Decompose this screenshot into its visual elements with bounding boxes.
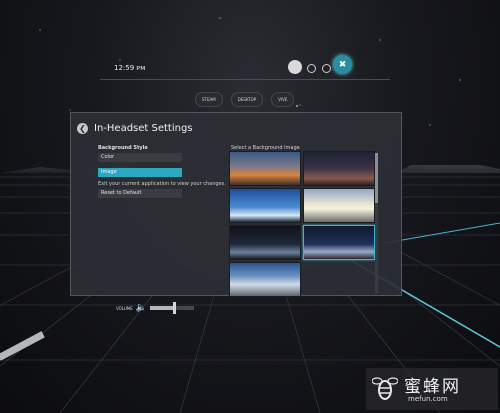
reset-default-button[interactable]: Reset to Default xyxy=(98,189,182,198)
volume-control: VOLUME 🔈 xyxy=(116,302,194,314)
nav-pills: STEAM DESKTOP VIVE xyxy=(195,92,295,107)
nav-pill-steam[interactable]: STEAM xyxy=(195,92,223,107)
status-icon[interactable] xyxy=(307,64,316,73)
image-grid-scrollbar[interactable] xyxy=(375,153,378,293)
nav-pill-vive[interactable]: VIVE xyxy=(271,92,295,107)
settings-dot-icon[interactable] xyxy=(322,64,331,73)
close-dashboard-button[interactable]: ✖ xyxy=(333,55,352,74)
exit-hint-text: Exit your current application to view yo… xyxy=(98,181,226,187)
option-image[interactable]: Image xyxy=(98,168,182,177)
scrollbar-thumb[interactable] xyxy=(375,153,378,203)
bg-thumb-night-city-glow[interactable] xyxy=(303,225,375,260)
bg-thumb-sunset-mountain[interactable] xyxy=(229,151,301,186)
bg-thumb-dark-horizon[interactable] xyxy=(229,225,301,260)
watermark-url: mefun.com xyxy=(408,395,448,403)
panel-header: ❮ In-Headset Settings xyxy=(77,123,193,134)
image-grid xyxy=(229,151,377,297)
back-arrow-icon: ❮ xyxy=(79,124,86,133)
cursor-dot xyxy=(296,105,298,107)
bg-thumb-night-sky-glow[interactable] xyxy=(303,151,375,186)
bg-thumb-blue-cloud-sky[interactable] xyxy=(229,188,301,223)
volume-slider-fill xyxy=(149,306,175,310)
settings-panel: ❮ In-Headset Settings Background Style C… xyxy=(70,112,402,297)
option-color[interactable]: Color xyxy=(98,153,182,162)
dashboard-top-bar: 12:59 ᴘᴍ ✖ xyxy=(100,55,390,80)
nav-pill-desktop[interactable]: DESKTOP xyxy=(230,92,264,107)
volume-label: VOLUME xyxy=(116,305,133,311)
background-style-label: Background Style xyxy=(98,145,148,151)
close-icon: ✖ xyxy=(338,59,347,70)
top-bar-divider xyxy=(100,79,390,80)
power-button[interactable] xyxy=(288,60,302,74)
speaker-icon[interactable]: 🔈 xyxy=(136,303,147,313)
bee-logo-icon xyxy=(372,377,398,400)
back-button[interactable]: ❮ xyxy=(77,123,88,134)
bg-thumb-overcast-sky[interactable] xyxy=(229,262,301,297)
volume-slider-handle[interactable] xyxy=(173,302,177,314)
volume-slider[interactable] xyxy=(149,302,194,314)
clock-text: 12:59 ᴘᴍ xyxy=(114,64,146,72)
bg-thumb-bright-clouds[interactable] xyxy=(303,188,375,223)
watermark-chinese: 蜜蜂网 xyxy=(404,377,461,397)
page-title: In-Headset Settings xyxy=(94,123,193,134)
